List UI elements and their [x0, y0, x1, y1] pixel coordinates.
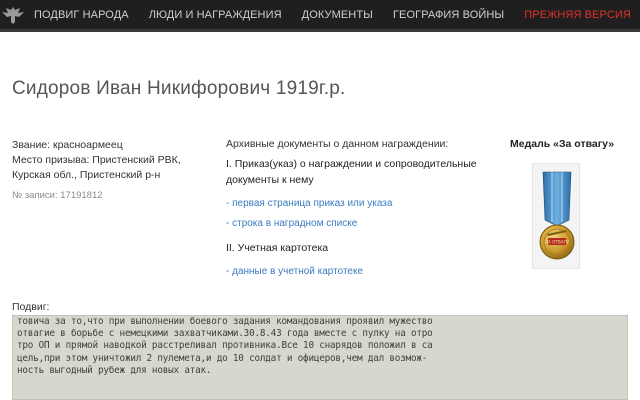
- feat-line: ность выгодный рубеж для новых атак.: [17, 364, 212, 376]
- feat-line: цель,при этом уничтожил 2 пулемета,и до …: [17, 352, 428, 364]
- section-card-index-heading: II. Учетная картотека: [226, 242, 329, 254]
- medal-image[interactable]: ЗА ОТВАГУ: [532, 163, 580, 269]
- nav-item-documents[interactable]: ДОКУМЕНТЫ: [302, 9, 373, 21]
- person-info: Звание: красноармеец Место призыва: Прис…: [12, 138, 212, 203]
- medal-inscription: ЗА ОТВАГУ: [545, 240, 569, 245]
- eagle-emblem-icon[interactable]: [0, 0, 26, 31]
- section-order-heading: I. Приказ(указ) о награждении и сопровод…: [226, 158, 477, 186]
- medal-title: Медаль «За отвагу»: [510, 138, 615, 150]
- link-order-first-page[interactable]: - первая страница приказ или указа: [226, 198, 488, 209]
- archive-documents: Архивные документы о данном награждении:…: [226, 138, 488, 277]
- nav-item-podvig-naroda[interactable]: ПОДВИГ НАРОДА: [34, 9, 129, 21]
- eagle-emblem-icon-graphic: [2, 6, 24, 24]
- conscription-region-text: Курская обл., Пристенский р-н: [12, 169, 161, 181]
- top-navigation: ПОДВИГ НАРОДА ЛЮДИ И НАГРАЖДЕНИЯ ДОКУМЕН…: [0, 0, 640, 32]
- conscription-place-text: Место призыва: Пристенский РВК,: [12, 154, 181, 166]
- page-title: Сидоров Иван Никифорович 1919г.р.: [12, 78, 346, 99]
- link-card-index-data[interactable]: - данные в учетной картотеке: [226, 266, 488, 277]
- feat-line: тро ОП и прямой наводкой расстреливал пр…: [17, 340, 433, 352]
- medal-for-courage-icon: ЗА ОТВАГУ: [539, 171, 575, 260]
- feat-line: товича за то,что при выполнении боевого …: [17, 316, 433, 327]
- feat-scan-text: товича за то,что при выполнении боевого …: [17, 316, 627, 377]
- rank-text: Звание: красноармеец: [12, 139, 123, 151]
- feat-line: отвагие в борьбе с немецкими захватчикам…: [17, 328, 433, 340]
- record-number: № записи: 17191812: [12, 190, 103, 201]
- nav-item-legacy-version[interactable]: ПРЕЖНЯЯ ВЕРСИЯ: [524, 9, 631, 21]
- feat-label: Подвиг:: [12, 301, 50, 313]
- feat-document-scan: товича за то,что при выполнении боевого …: [12, 315, 628, 400]
- nav-item-people-and-awards[interactable]: ЛЮДИ И НАГРАЖДЕНИЯ: [149, 9, 282, 21]
- documents-heading: Архивные документы о данном награждении:: [226, 138, 449, 150]
- nav-item-war-geography[interactable]: ГЕОГРАФИЯ ВОЙНЫ: [393, 9, 504, 21]
- link-award-list-row[interactable]: - строка в наградном списке: [226, 218, 488, 229]
